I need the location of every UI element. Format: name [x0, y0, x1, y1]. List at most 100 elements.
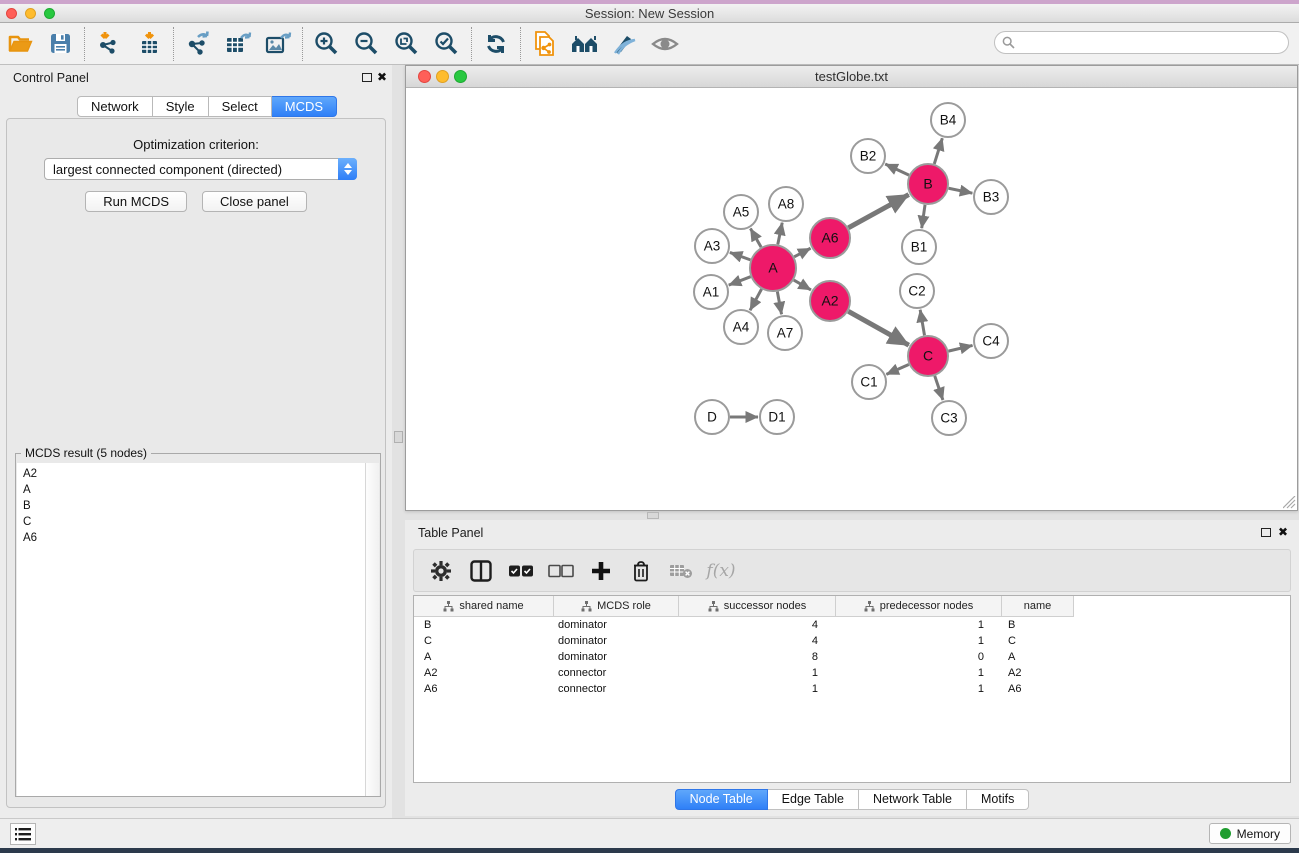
cell-mcds-role[interactable]: connector [554, 681, 679, 697]
vertical-splitter-handle[interactable] [394, 431, 403, 443]
memory-button[interactable]: Memory [1209, 823, 1291, 844]
cell-shared-name[interactable]: A2 [414, 665, 554, 681]
zoom-in-icon[interactable] [307, 26, 347, 62]
cell-shared-name[interactable]: A6 [414, 681, 554, 697]
search-input[interactable] [1019, 36, 1288, 50]
column-header-successor-nodes[interactable]: successor nodes [679, 596, 836, 617]
task-history-button[interactable] [10, 823, 36, 845]
edge-A-A5[interactable] [750, 228, 761, 247]
cell-mcds-role[interactable]: connector [554, 665, 679, 681]
cell-successor-nodes[interactable]: 4 [679, 617, 836, 633]
column-header-shared-name[interactable]: shared name [414, 596, 554, 617]
network-node-b3[interactable]: B3 [974, 180, 1008, 214]
cell-mcds-role[interactable]: dominator [554, 633, 679, 649]
unselect-all-columns-icon[interactable] [544, 554, 578, 588]
result-item-c[interactable]: C [23, 514, 365, 530]
table-row[interactable]: A2connector11A2 [414, 665, 1290, 681]
column-header-predecessor-nodes[interactable]: predecessor nodes [836, 596, 1002, 617]
edge-A-A6[interactable] [794, 248, 810, 257]
edge-B-B4[interactable] [934, 138, 942, 164]
zoom-fit-icon[interactable] [387, 26, 427, 62]
network-node-a8[interactable]: A8 [769, 187, 803, 221]
first-neighbors-icon[interactable] [565, 26, 605, 62]
cell-predecessor-nodes[interactable]: 1 [836, 681, 1002, 697]
result-item-a6[interactable]: A6 [23, 530, 365, 546]
hide-selected-icon[interactable] [605, 26, 645, 62]
open-session-icon[interactable] [0, 26, 40, 62]
edge-A6-B[interactable] [848, 195, 908, 228]
criterion-select[interactable]: largest connected component (directed) [44, 158, 357, 180]
close-panel-icon[interactable]: ✖ [377, 70, 387, 84]
function-builder-icon[interactable]: f(x) [704, 554, 738, 588]
cell-name[interactable]: A [1002, 649, 1074, 665]
edge-A-A2[interactable] [794, 280, 811, 290]
network-node-b1[interactable]: B1 [902, 230, 936, 264]
import-table-icon[interactable] [129, 26, 169, 62]
network-node-a4[interactable]: A4 [724, 310, 758, 344]
resize-grip-icon[interactable] [1283, 496, 1296, 509]
delete-table-icon[interactable] [664, 554, 698, 588]
show-column-icon[interactable] [464, 554, 498, 588]
close-table-panel-icon[interactable]: ✖ [1278, 525, 1288, 539]
tab-select[interactable]: Select [209, 96, 272, 117]
network-node-c4[interactable]: C4 [974, 324, 1008, 358]
run-mcds-button[interactable]: Run MCDS [85, 191, 187, 212]
new-network-from-selection-icon[interactable] [525, 26, 565, 62]
result-list-scrollbar[interactable] [365, 463, 379, 796]
tab-node-table[interactable]: Node Table [675, 789, 768, 810]
refresh-icon[interactable] [476, 26, 516, 62]
table-row[interactable]: A6connector11A6 [414, 681, 1290, 697]
result-item-a2[interactable]: A2 [23, 466, 365, 482]
add-column-icon[interactable] [584, 554, 618, 588]
cell-shared-name[interactable]: A [414, 649, 554, 665]
tab-network[interactable]: Network [77, 96, 153, 117]
import-network-icon[interactable] [89, 26, 129, 62]
network-node-a5[interactable]: A5 [724, 195, 758, 229]
table-options-gear-icon[interactable] [424, 554, 458, 588]
edge-C-C1[interactable] [886, 364, 908, 374]
edge-C-C3[interactable] [935, 376, 943, 400]
network-node-c3[interactable]: C3 [932, 401, 966, 435]
edge-A-A1[interactable] [729, 277, 751, 285]
cell-mcds-role[interactable]: dominator [554, 649, 679, 665]
network-node-a[interactable]: A [750, 245, 796, 291]
cell-successor-nodes[interactable]: 1 [679, 665, 836, 681]
edge-B-B2[interactable] [885, 164, 909, 175]
column-header-mcds-role[interactable]: MCDS role [554, 596, 679, 617]
export-network-icon[interactable] [178, 26, 218, 62]
network-node-b2[interactable]: B2 [851, 139, 885, 173]
network-node-c2[interactable]: C2 [900, 274, 934, 308]
network-node-b[interactable]: B [908, 164, 948, 204]
export-image-icon[interactable] [258, 26, 298, 62]
network-node-c1[interactable]: C1 [852, 365, 886, 399]
horizontal-splitter-handle[interactable] [647, 512, 659, 519]
zoom-selected-icon[interactable] [427, 26, 467, 62]
network-node-a2[interactable]: A2 [810, 281, 850, 321]
zoom-out-icon[interactable] [347, 26, 387, 62]
cell-predecessor-nodes[interactable]: 1 [836, 633, 1002, 649]
cell-name[interactable]: A2 [1002, 665, 1074, 681]
cell-predecessor-nodes[interactable]: 1 [836, 617, 1002, 633]
network-node-a1[interactable]: A1 [694, 275, 728, 309]
network-window-titlebar[interactable]: testGlobe.txt [406, 66, 1297, 88]
export-table-icon[interactable] [218, 26, 258, 62]
close-panel-button[interactable]: Close panel [202, 191, 307, 212]
show-all-icon[interactable] [645, 26, 685, 62]
cell-shared-name[interactable]: C [414, 633, 554, 649]
cell-mcds-role[interactable]: dominator [554, 617, 679, 633]
edge-C-C4[interactable] [948, 345, 972, 351]
edge-A-A3[interactable] [730, 252, 751, 259]
save-session-icon[interactable] [40, 26, 80, 62]
network-node-b4[interactable]: B4 [931, 103, 965, 137]
table-row[interactable]: Bdominator41B [414, 617, 1290, 633]
tab-edge-table[interactable]: Edge Table [768, 789, 859, 810]
select-all-columns-icon[interactable] [504, 554, 538, 588]
cell-predecessor-nodes[interactable]: 0 [836, 649, 1002, 665]
edge-A2-C[interactable] [848, 311, 909, 345]
tab-style[interactable]: Style [153, 96, 209, 117]
cell-name[interactable]: B [1002, 617, 1074, 633]
edge-C-C2[interactable] [920, 310, 924, 336]
column-header-name[interactable]: name [1002, 596, 1074, 617]
network-node-a3[interactable]: A3 [695, 229, 729, 263]
tab-network-table[interactable]: Network Table [859, 789, 967, 810]
